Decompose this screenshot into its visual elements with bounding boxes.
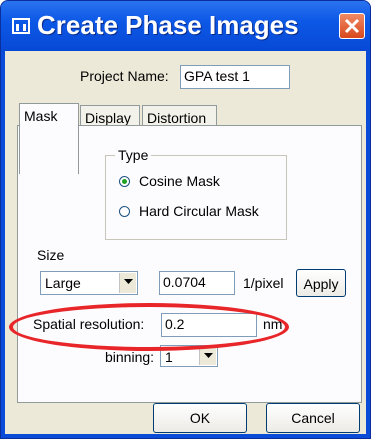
project-name-input[interactable]: GPA test 1	[180, 65, 290, 89]
spatial-resolution-label: Spatial resolution:	[33, 316, 145, 332]
radio-hard-circular-mask[interactable]: Hard Circular Mask	[119, 203, 279, 221]
spatial-resolution-input[interactable]: 0.2	[161, 313, 257, 337]
size-dropdown[interactable]: Large	[40, 271, 138, 295]
radio-button-selected[interactable]	[119, 176, 130, 187]
size-dropdown-value: Large	[45, 275, 81, 291]
radio-cosine-mask[interactable]: Cosine Mask	[119, 173, 269, 191]
project-name-label: Project Name:	[80, 68, 169, 84]
ok-button[interactable]: OK	[153, 403, 247, 433]
tab-label: Mask	[24, 108, 58, 124]
tab-mask[interactable]: Mask	[19, 103, 79, 174]
size-value-input[interactable]: 0.0704	[159, 271, 235, 295]
binning-dropdown[interactable]: 1	[160, 345, 218, 367]
app-icon	[11, 16, 31, 36]
type-group-title: Type	[115, 147, 152, 163]
size-label: Size	[37, 247, 65, 263]
chevron-down-icon[interactable]	[199, 347, 216, 365]
size-unit-label: 1/pixel	[243, 275, 284, 291]
cosine-mask-label: Cosine Mask	[139, 173, 220, 189]
tab-distortion[interactable]: Distortion	[142, 105, 217, 127]
tab-label: Display	[85, 110, 131, 126]
tab-label: Distortion	[147, 110, 207, 126]
binning-label: binning:	[105, 349, 155, 365]
chevron-down-icon[interactable]	[119, 273, 136, 293]
binning-dropdown-value: 1	[165, 349, 173, 365]
cancel-button[interactable]: Cancel	[266, 403, 360, 433]
apply-button[interactable]: Apply	[296, 269, 346, 297]
window-title: Create Phase Images	[37, 10, 299, 40]
type-groupbox	[105, 155, 287, 240]
hard-circular-mask-label: Hard Circular Mask	[139, 203, 259, 219]
close-button[interactable]	[339, 13, 365, 39]
radio-button[interactable]	[119, 206, 130, 217]
spatial-resolution-unit: nm	[263, 316, 283, 332]
tab-display[interactable]: Display	[80, 105, 140, 127]
title-bar[interactable]: Create Phase Images	[1, 1, 370, 51]
create-phase-images-window: Create Phase Images Project Name: GPA te…	[0, 0, 371, 439]
close-icon	[344, 18, 360, 34]
